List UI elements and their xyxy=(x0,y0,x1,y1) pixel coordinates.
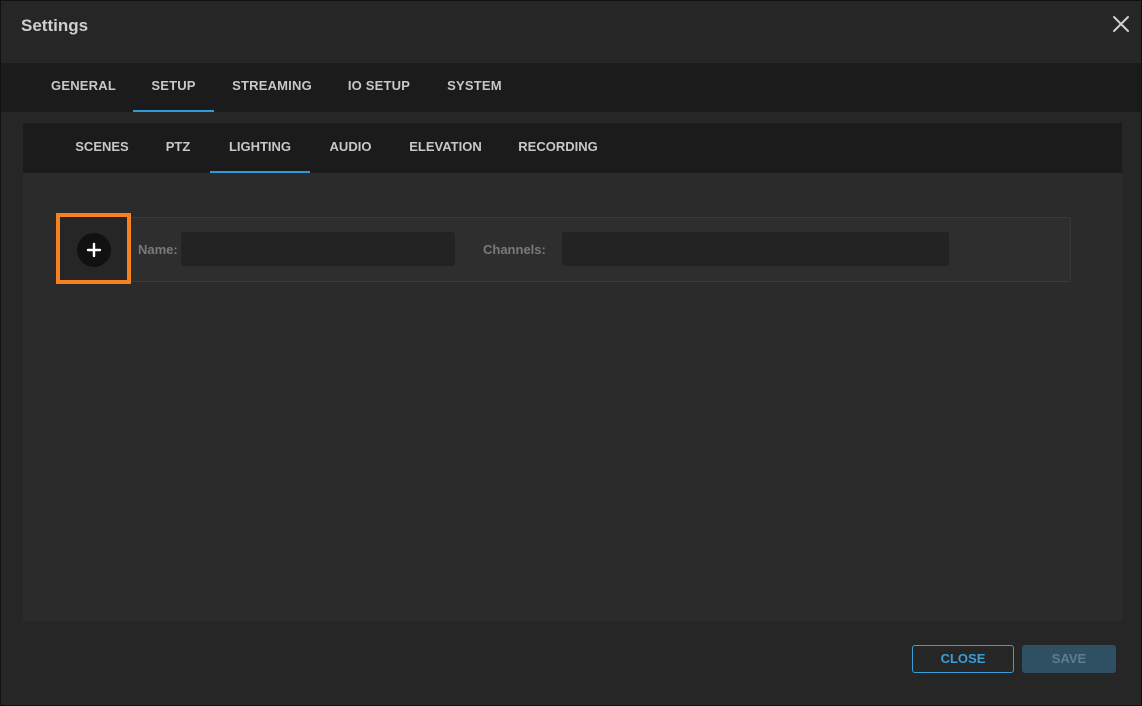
tab-system-label: SYSTEM xyxy=(447,78,502,93)
add-lighting-button[interactable] xyxy=(77,233,111,267)
tab-system[interactable]: SYSTEM xyxy=(428,63,521,112)
tab-general-label: GENERAL xyxy=(51,78,116,93)
subtab-scenes-label: SCENES xyxy=(75,139,129,154)
save-button[interactable]: SAVE xyxy=(1022,645,1116,673)
subtab-ptz-label: PTZ xyxy=(165,139,191,154)
tab-general[interactable]: GENERAL xyxy=(34,63,133,112)
sub-tab-bar: SCENES PTZ LIGHTING AUDIO ELEVATION RECO… xyxy=(23,123,1122,173)
tab-io-setup-label: IO SETUP xyxy=(347,78,411,93)
name-input[interactable] xyxy=(181,232,455,266)
subtab-ptz[interactable]: PTZ xyxy=(146,123,210,173)
settings-dialog: Settings GENERAL SETUP STREAMING IO SETU… xyxy=(0,0,1142,706)
main-tab-bar: GENERAL SETUP STREAMING IO SETUP SYSTEM xyxy=(1,63,1141,112)
dialog-titlebar: Settings xyxy=(1,1,1141,51)
subtab-elevation[interactable]: ELEVATION xyxy=(391,123,500,173)
tab-streaming-label: STREAMING xyxy=(232,78,312,93)
tab-setup-label: SETUP xyxy=(151,78,196,93)
subtab-recording-label: RECORDING xyxy=(518,139,598,154)
subtab-audio[interactable]: AUDIO xyxy=(310,123,391,173)
subtab-lighting-label: LIGHTING xyxy=(228,139,292,154)
name-label: Name: xyxy=(138,242,178,257)
dialog-title: Settings xyxy=(21,16,89,35)
channels-label: Channels: xyxy=(483,242,546,257)
channels-input[interactable] xyxy=(562,232,949,266)
tab-setup[interactable]: SETUP xyxy=(133,63,214,112)
close-icon[interactable] xyxy=(1109,11,1133,37)
tab-io-setup[interactable]: IO SETUP xyxy=(330,63,428,112)
close-button[interactable]: CLOSE xyxy=(912,645,1014,673)
lighting-row: Name: Channels: xyxy=(119,217,1071,282)
plus-icon xyxy=(86,242,102,258)
subtab-audio-label: AUDIO xyxy=(329,139,372,154)
lighting-panel: SCENES PTZ LIGHTING AUDIO ELEVATION RECO… xyxy=(23,123,1122,621)
subtab-recording[interactable]: RECORDING xyxy=(500,123,616,173)
subtab-scenes[interactable]: SCENES xyxy=(58,123,146,173)
subtab-elevation-label: ELEVATION xyxy=(409,139,482,154)
subtab-lighting[interactable]: LIGHTING xyxy=(210,123,310,173)
tab-streaming[interactable]: STREAMING xyxy=(214,63,330,112)
